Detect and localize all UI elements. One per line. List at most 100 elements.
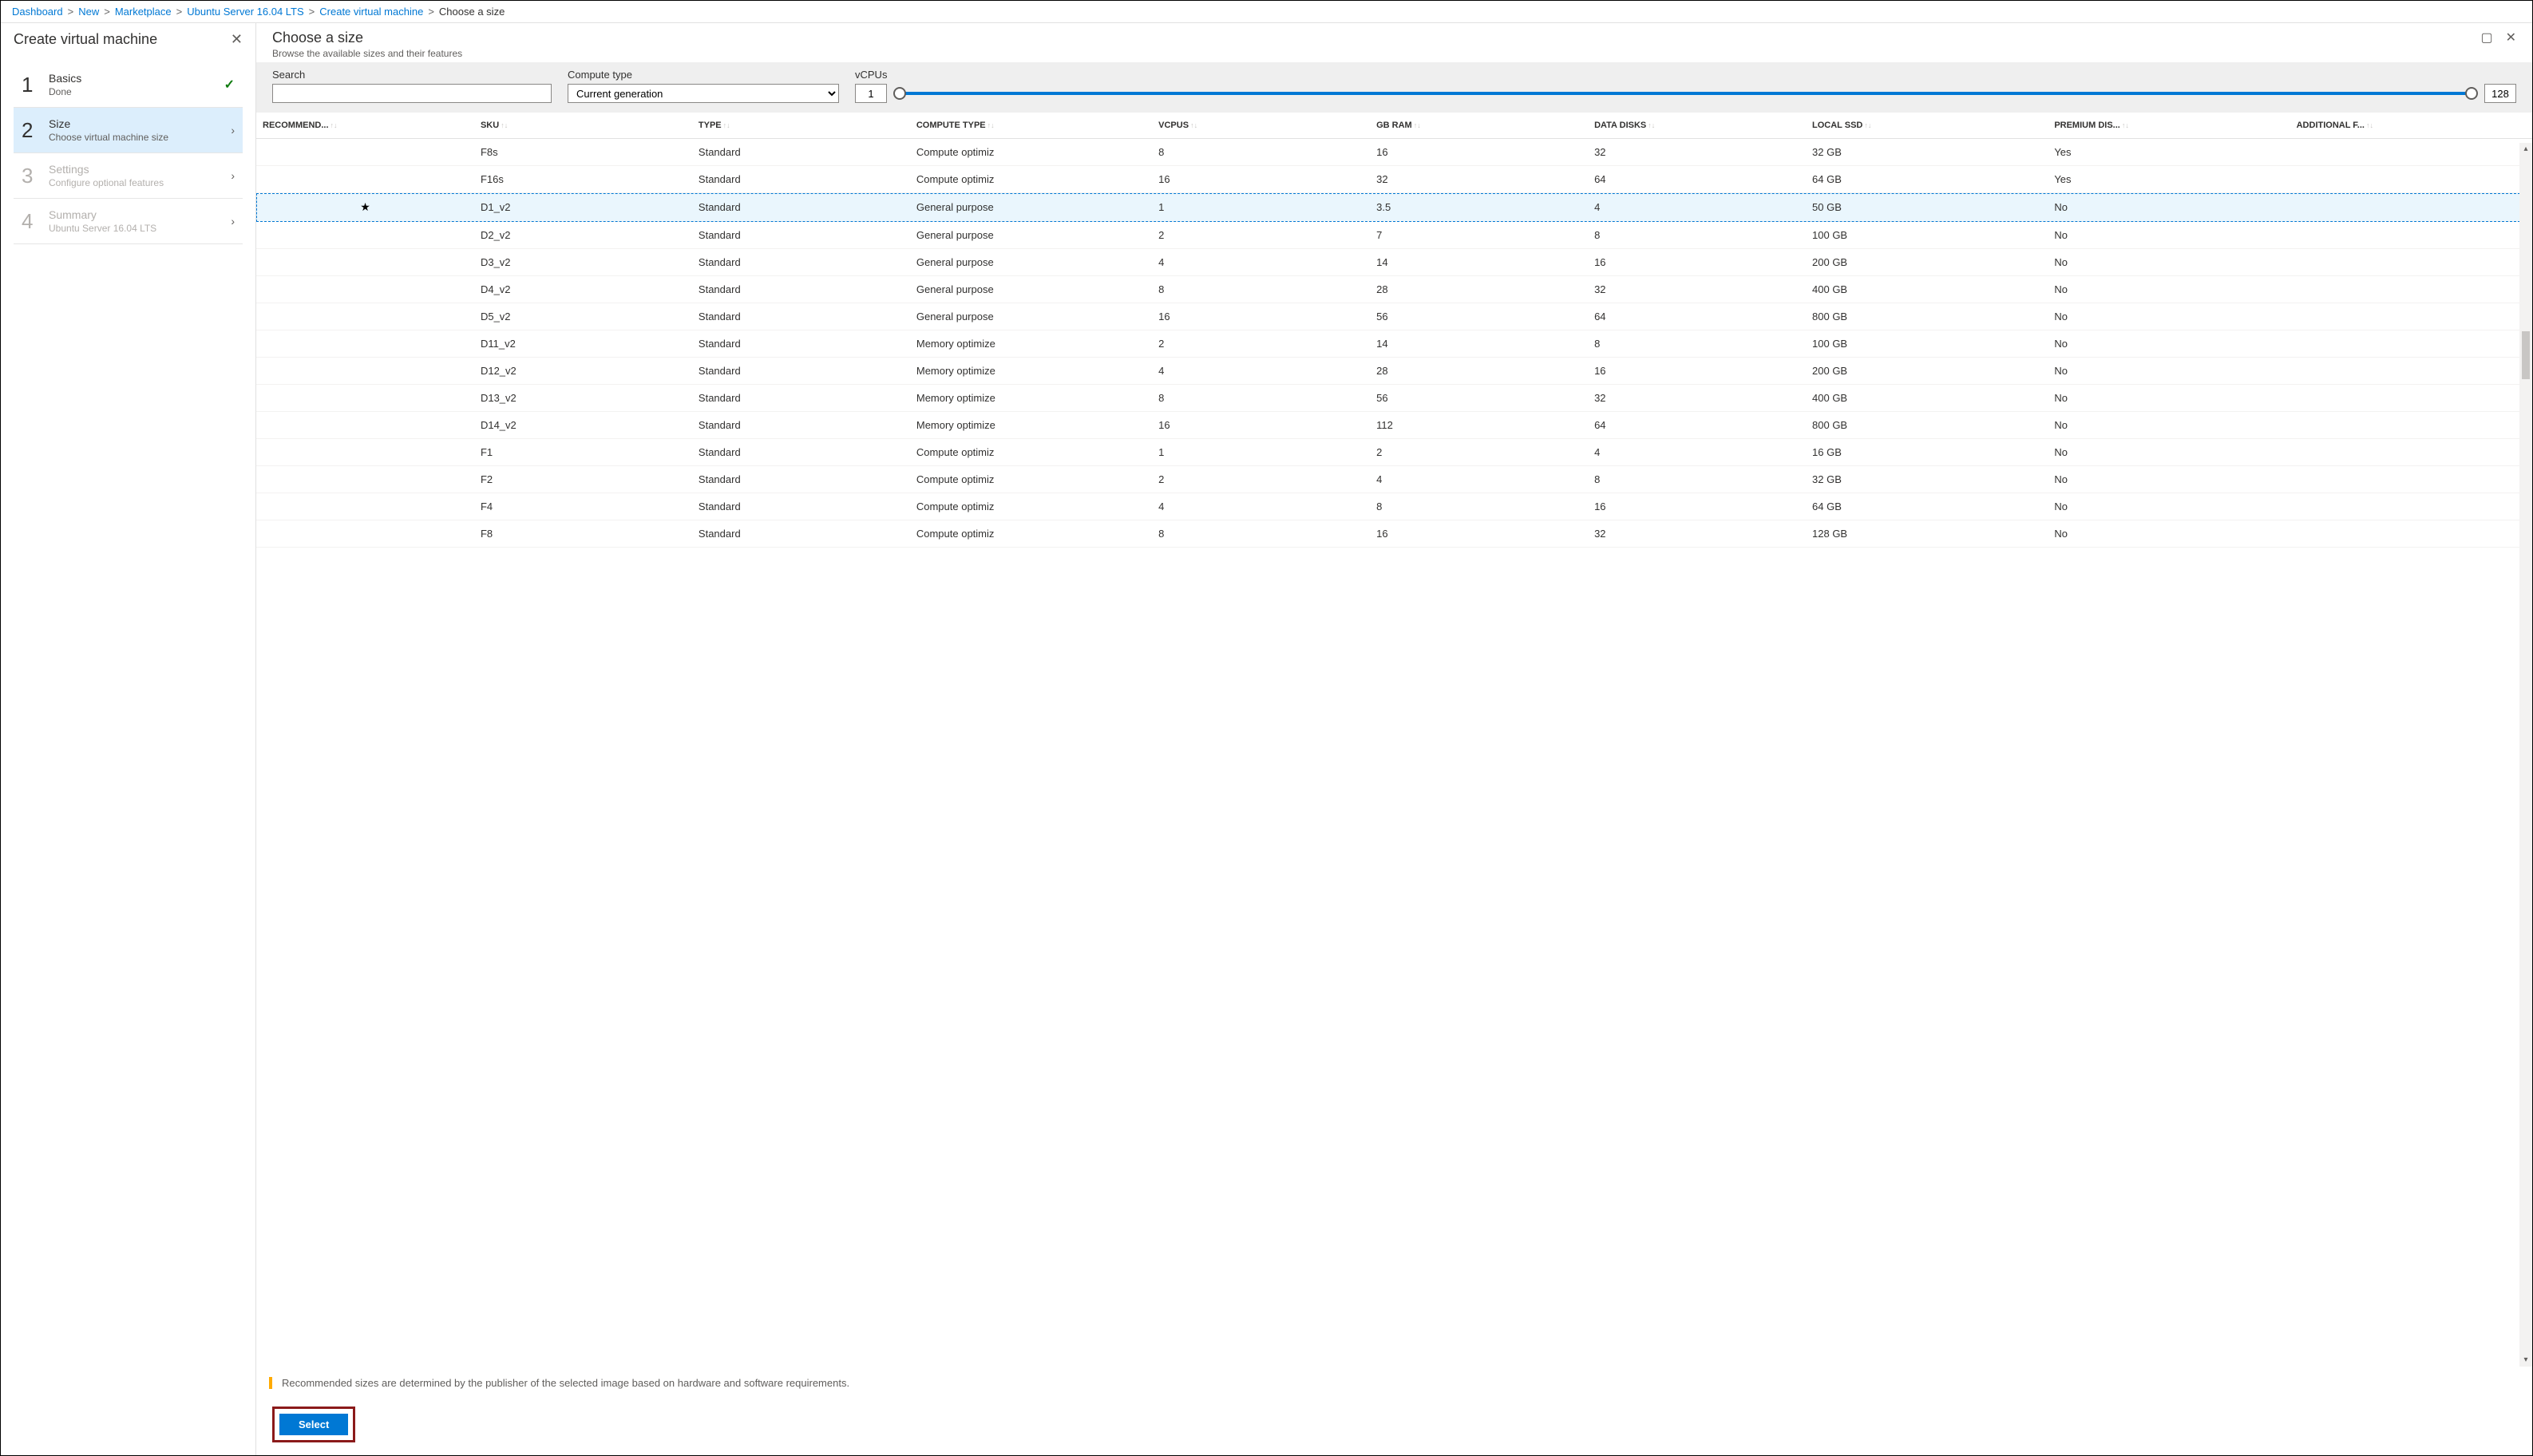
column-header[interactable]: SKU↑↓	[474, 113, 692, 139]
wizard-step-size[interactable]: 2SizeChoose virtual machine size›	[14, 108, 243, 153]
table-row[interactable]: D3_v2StandardGeneral purpose41416200 GBN…	[256, 249, 2532, 276]
step-number: 3	[22, 164, 49, 188]
cell: 4	[1152, 249, 1370, 276]
cell	[2290, 466, 2532, 493]
scroll-down-icon[interactable]: ▾	[2519, 1354, 2532, 1367]
cell: Memory optimize	[910, 330, 1152, 358]
table-row[interactable]: F1StandardCompute optimiz12416 GBNo	[256, 439, 2532, 466]
column-header[interactable]: DATA DISKS↑↓	[1588, 113, 1806, 139]
wizard-step-basics[interactable]: 1BasicsDone✓	[14, 62, 243, 108]
cell: 2	[1370, 439, 1588, 466]
cell: Standard	[692, 330, 910, 358]
cell: Standard	[692, 276, 910, 303]
table-row[interactable]: F8StandardCompute optimiz81632128 GBNo	[256, 520, 2532, 548]
cell	[256, 385, 474, 412]
table-row[interactable]: F16sStandardCompute optimiz16326464 GBYe…	[256, 166, 2532, 193]
cell: No	[2048, 385, 2290, 412]
cell: 112	[1370, 412, 1588, 439]
column-header[interactable]: RECOMMEND...↑↓	[256, 113, 474, 139]
close-icon[interactable]: ✕	[231, 31, 243, 48]
vcpus-slider[interactable]	[893, 85, 2478, 101]
cell: No	[2048, 222, 2290, 249]
breadcrumb-link[interactable]: New	[78, 6, 99, 18]
compute-type-select[interactable]: Current generation	[568, 84, 839, 103]
column-label: VCPUS	[1158, 121, 1189, 130]
cell: General purpose	[910, 249, 1152, 276]
size-table: RECOMMEND...↑↓SKU↑↓TYPE↑↓COMPUTE TYPE↑↓V…	[256, 113, 2532, 548]
column-header[interactable]: LOCAL SSD↑↓	[1806, 113, 2048, 139]
column-header[interactable]: TYPE↑↓	[692, 113, 910, 139]
scroll-thumb[interactable]	[2522, 331, 2530, 379]
cell: 16	[1588, 249, 1806, 276]
breadcrumb-link[interactable]: Ubuntu Server 16.04 LTS	[187, 6, 303, 18]
select-button[interactable]: Select	[279, 1414, 348, 1435]
info-accent	[269, 1377, 272, 1389]
cell	[2290, 193, 2532, 222]
step-number: 1	[22, 73, 49, 97]
chevron-right-icon: >	[68, 6, 74, 18]
sort-icon: ↑↓	[1414, 121, 1421, 129]
cell	[256, 439, 474, 466]
close-icon[interactable]: ✕	[2506, 30, 2516, 46]
filter-bar: Search Compute type Current generation v…	[256, 62, 2532, 113]
column-header[interactable]: GB RAM↑↓	[1370, 113, 1588, 139]
cell: F16s	[474, 166, 692, 193]
slider-thumb-min[interactable]	[893, 87, 906, 100]
table-row[interactable]: D5_v2StandardGeneral purpose165664800 GB…	[256, 303, 2532, 330]
cell: D13_v2	[474, 385, 692, 412]
column-header[interactable]: PREMIUM DIS...↑↓	[2048, 113, 2290, 139]
column-label: RECOMMEND...	[263, 121, 329, 130]
cell: 32	[1588, 520, 1806, 548]
maximize-icon[interactable]: ▢	[2480, 30, 2492, 46]
search-input[interactable]	[272, 84, 552, 103]
cell: 32	[1370, 166, 1588, 193]
cell: 14	[1370, 249, 1588, 276]
sort-icon: ↑↓	[723, 121, 730, 129]
breadcrumb-link[interactable]: Create virtual machine	[319, 6, 423, 18]
vcpus-max-input[interactable]	[2484, 84, 2516, 103]
cell: 2	[1152, 222, 1370, 249]
column-label: TYPE	[699, 121, 722, 130]
cell	[2290, 385, 2532, 412]
column-header[interactable]: ADDITIONAL F...↑↓	[2290, 113, 2532, 139]
cell: 3.5	[1370, 193, 1588, 222]
column-header[interactable]: COMPUTE TYPE↑↓	[910, 113, 1152, 139]
page-title: Choose a size	[272, 30, 462, 46]
cell: 400 GB	[1806, 276, 2048, 303]
step-subtitle: Done	[49, 86, 224, 97]
cell: 200 GB	[1806, 249, 2048, 276]
cell	[2290, 303, 2532, 330]
cell	[2290, 520, 2532, 548]
cell: Yes	[2048, 139, 2290, 166]
table-row[interactable]: F4StandardCompute optimiz481664 GBNo	[256, 493, 2532, 520]
breadcrumb-link[interactable]: Marketplace	[115, 6, 172, 18]
table-row[interactable]: D2_v2StandardGeneral purpose278100 GBNo	[256, 222, 2532, 249]
cell: D5_v2	[474, 303, 692, 330]
scroll-up-icon[interactable]: ▴	[2519, 143, 2532, 156]
table-row[interactable]: D11_v2StandardMemory optimize2148100 GBN…	[256, 330, 2532, 358]
table-row[interactable]: ★D1_v2StandardGeneral purpose13.5450 GBN…	[256, 193, 2532, 222]
check-icon: ✓	[224, 77, 235, 93]
breadcrumb-link[interactable]: Dashboard	[12, 6, 63, 18]
table-row[interactable]: D13_v2StandardMemory optimize85632400 GB…	[256, 385, 2532, 412]
cell: 28	[1370, 276, 1588, 303]
cell: General purpose	[910, 193, 1152, 222]
column-header[interactable]: VCPUS↑↓	[1152, 113, 1370, 139]
cell: General purpose	[910, 222, 1152, 249]
cell: No	[2048, 520, 2290, 548]
vcpus-min-input[interactable]	[855, 84, 887, 103]
slider-thumb-max[interactable]	[2465, 87, 2478, 100]
table-row[interactable]: D14_v2StandardMemory optimize1611264800 …	[256, 412, 2532, 439]
table-row[interactable]: F8sStandardCompute optimiz8163232 GBYes	[256, 139, 2532, 166]
table-row[interactable]: D4_v2StandardGeneral purpose82832400 GBN…	[256, 276, 2532, 303]
table-row[interactable]: D12_v2StandardMemory optimize42816200 GB…	[256, 358, 2532, 385]
cell: 8	[1588, 222, 1806, 249]
cell: Standard	[692, 412, 910, 439]
column-label: SKU	[481, 121, 499, 130]
table-row[interactable]: F2StandardCompute optimiz24832 GBNo	[256, 466, 2532, 493]
vertical-scrollbar[interactable]: ▴ ▾	[2519, 143, 2532, 1367]
cell: 8	[1152, 139, 1370, 166]
cell	[256, 358, 474, 385]
cell: Standard	[692, 493, 910, 520]
cell: Standard	[692, 303, 910, 330]
